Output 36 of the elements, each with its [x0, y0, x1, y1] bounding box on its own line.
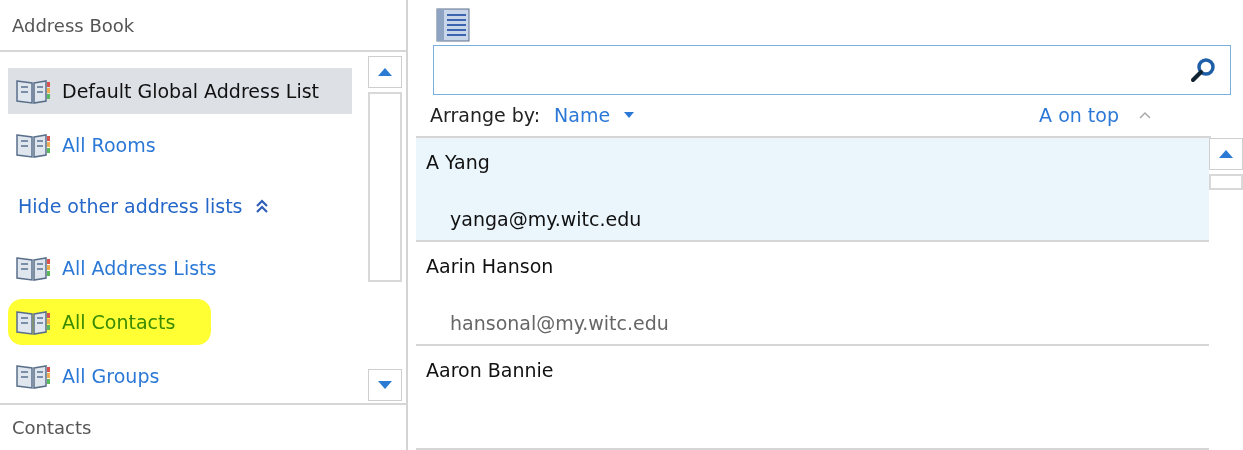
sort-up-icon [1139, 111, 1151, 120]
address-list-item[interactable]: All Groups [8, 353, 196, 399]
book-icon [16, 363, 50, 389]
arrange-label: Arrange by: [430, 103, 541, 129]
search-field[interactable] [433, 44, 1231, 95]
address-list-item[interactable]: All Contacts [8, 298, 212, 345]
address-list-item[interactable]: Default Global Address List [8, 68, 352, 114]
book-icon [16, 254, 50, 281]
collapse-icon [254, 199, 269, 214]
scrollbar-thumb[interactable] [1209, 174, 1243, 190]
contact-email: hansonal@my.witc.edu [450, 310, 670, 336]
caret-icon [624, 112, 635, 119]
book-icon [16, 78, 50, 104]
search-icon[interactable] [1190, 56, 1216, 83]
scroll-up-button[interactable] [1209, 138, 1243, 170]
contact-row[interactable]: A Yang yanga@my.witc.edu [416, 138, 1209, 242]
contact-name: Aaron Bannie [426, 358, 555, 383]
contact-name: Aarin Hanson [426, 254, 555, 279]
book-icon [16, 132, 50, 158]
scroll-down-button[interactable] [368, 369, 402, 401]
arrange-dropdown[interactable]: Name [554, 101, 635, 130]
up-arrow-icon [378, 68, 392, 76]
address-list-item[interactable]: All Address Lists [8, 244, 253, 291]
scroll-up-button[interactable] [368, 56, 402, 88]
down-arrow-icon [378, 381, 392, 389]
up-arrow-icon [1219, 150, 1233, 158]
address-book-icon[interactable] [436, 8, 470, 42]
sort-order-button[interactable]: A on top [1039, 101, 1151, 130]
section-label: Contacts [12, 416, 92, 440]
hide-lists-link[interactable]: Hide other address lists [18, 192, 269, 221]
panel-title: Address Book [12, 13, 135, 38]
contact-email: yanga@my.witc.edu [450, 206, 643, 232]
address-list-item[interactable]: All Rooms [8, 122, 192, 168]
book-icon [16, 308, 50, 335]
scrollbar-thumb[interactable] [368, 92, 402, 282]
contact-name: A Yang [426, 150, 491, 175]
